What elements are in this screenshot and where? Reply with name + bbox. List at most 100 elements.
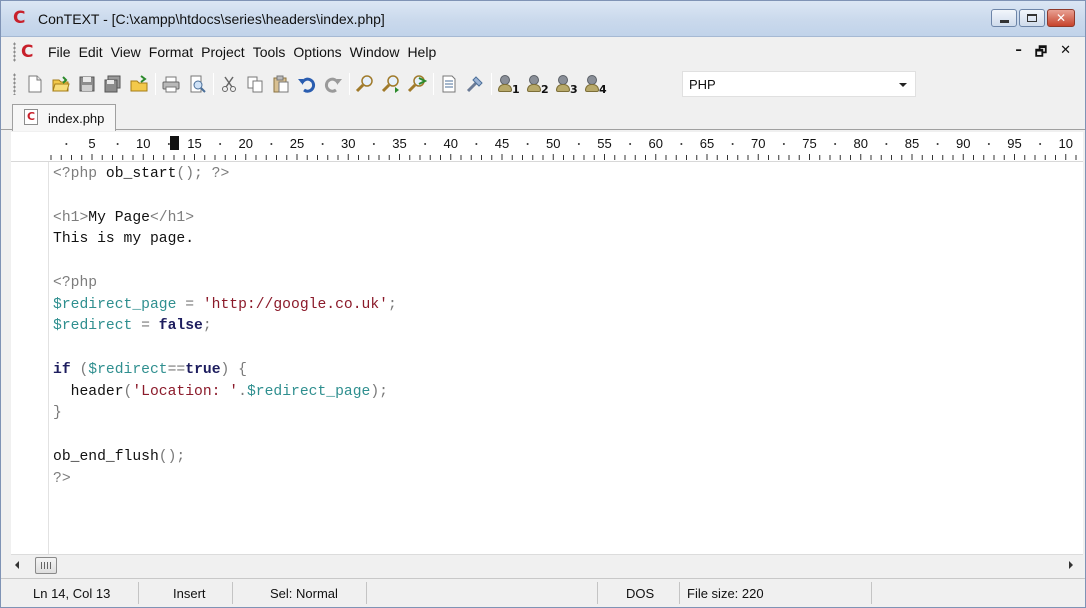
redo-icon[interactable] xyxy=(323,74,343,94)
document-window-controls: – 🗗 ✕ xyxy=(1015,43,1071,65)
undo-icon[interactable] xyxy=(297,74,317,94)
code-line[interactable]: header('Location: '.$redirect_page); xyxy=(53,382,397,404)
menu-item-tools[interactable]: Tools xyxy=(253,44,286,60)
menu-bar: C File Edit View Format Project Tools Options W… xyxy=(1,38,1085,66)
code-text[interactable]: <?php ob_start(); ?> <h1>My Page</h1> Thi… xyxy=(53,164,397,490)
menu-item-project[interactable]: Project xyxy=(201,44,245,60)
status-bar: Ln 14, Col 13 Insert Sel: Normal DOS Fil… xyxy=(1,578,1085,607)
code-token: ?> xyxy=(202,166,230,182)
scroll-left-icon[interactable] xyxy=(15,561,19,569)
document-minimize-button[interactable]: – xyxy=(1015,43,1022,65)
code-line[interactable] xyxy=(53,338,397,360)
code-token: $redirect_page xyxy=(246,383,371,400)
code-token: false xyxy=(158,318,203,335)
status-position: Ln 14, Col 13 xyxy=(11,582,139,604)
ruler-label: 45 xyxy=(495,136,509,151)
menu-item-format[interactable]: Format xyxy=(149,44,193,60)
find-icon[interactable] xyxy=(355,74,375,94)
title-bar[interactable]: C ConTEXT - [C:\xampp\htdocs\series\head… xyxy=(1,1,1085,37)
tool-icon[interactable] xyxy=(465,74,485,94)
menu-item-edit[interactable]: Edit xyxy=(79,44,103,60)
bookmark-1-icon[interactable]: 1 xyxy=(497,74,520,96)
print-icon[interactable] xyxy=(161,74,181,94)
open-folder-icon[interactable] xyxy=(51,74,71,94)
bookmark-3-icon[interactable]: 3 xyxy=(555,74,578,96)
code-line[interactable]: <h1>My Page</h1> xyxy=(53,208,397,230)
highlighter-value: PHP xyxy=(689,77,716,92)
code-line[interactable]: $redirect = false; xyxy=(53,316,397,338)
print-preview-icon[interactable] xyxy=(187,74,207,94)
code-line[interactable]: <?php xyxy=(53,273,397,295)
close-button[interactable]: ✕ xyxy=(1047,9,1075,27)
minimize-icon xyxy=(999,19,1009,23)
status-line-endings: DOS xyxy=(600,582,680,604)
bookmark-4-icon[interactable]: 4 xyxy=(584,74,607,96)
code-token: == xyxy=(167,361,186,378)
menu-item-window[interactable]: Window xyxy=(350,44,400,60)
code-token: $redirect xyxy=(88,361,168,378)
window-controls: ✕ xyxy=(991,9,1075,29)
code-editor[interactable]: <?php ob_start(); ?> <h1>My Page</h1> Thi… xyxy=(11,162,1083,554)
code-line[interactable]: This is my page. xyxy=(53,229,397,251)
code-line[interactable] xyxy=(53,425,397,447)
code-line[interactable]: } xyxy=(53,403,397,425)
code-line[interactable] xyxy=(53,251,397,273)
open-project-icon[interactable] xyxy=(129,74,149,94)
maximize-button[interactable] xyxy=(1019,9,1045,27)
code-line[interactable]: ?> xyxy=(53,469,397,491)
code-token: ob_start xyxy=(97,166,177,182)
ruler-label: 35 xyxy=(392,136,406,151)
menu-item-options[interactable]: Options xyxy=(293,44,341,60)
main-toolbar: 1 2 3 4 PHP xyxy=(1,67,1085,101)
tab-label: index.php xyxy=(48,111,105,126)
file-info-icon[interactable] xyxy=(439,74,459,94)
new-file-icon[interactable] xyxy=(25,74,45,94)
toolbar-grip[interactable] xyxy=(13,73,16,95)
ruler-dot xyxy=(987,143,990,145)
editor-gutter[interactable] xyxy=(11,162,49,554)
ruler-label: 90 xyxy=(956,136,970,151)
copy-icon[interactable] xyxy=(245,74,265,94)
minimize-button[interactable] xyxy=(991,9,1017,27)
code-token: header xyxy=(53,383,124,400)
code-line[interactable]: $redirect_page = 'http://google.co.uk'; xyxy=(53,295,397,317)
code-token: <h1> xyxy=(53,209,89,226)
save-all-icon[interactable] xyxy=(103,74,123,94)
bookmark-2-icon[interactable]: 2 xyxy=(526,74,549,96)
ruler-dot xyxy=(526,143,529,145)
document-restore-button[interactable]: 🗗 xyxy=(1035,43,1047,65)
ruler-dot xyxy=(321,143,324,145)
paste-icon[interactable] xyxy=(271,74,291,94)
code-line[interactable]: if ($redirect==true) { xyxy=(53,360,397,382)
document-system-menu-icon[interactable]: C xyxy=(21,42,33,62)
toolbar-separator xyxy=(433,73,434,95)
document-close-button[interactable]: ✕ xyxy=(1060,43,1071,65)
find-next-icon[interactable] xyxy=(381,74,401,94)
app-logo-icon: C xyxy=(13,8,26,28)
code-token: if xyxy=(53,361,71,378)
menu-item-view[interactable]: View xyxy=(111,44,141,60)
cut-icon[interactable] xyxy=(219,74,239,94)
ruler-label: 70 xyxy=(751,136,765,151)
horizontal-scrollbar[interactable] xyxy=(11,554,1083,576)
code-line[interactable]: ob_end_flush(); xyxy=(53,447,397,469)
code-token: 'Location: ' xyxy=(132,383,239,400)
code-line[interactable]: <?php ob_start(); ?> xyxy=(53,164,397,186)
menu-item-file[interactable]: File xyxy=(48,44,71,60)
code-token: = xyxy=(176,296,203,313)
menu-item-help[interactable]: Help xyxy=(407,44,436,60)
menu-grip[interactable] xyxy=(13,42,16,62)
save-icon[interactable] xyxy=(77,74,97,94)
menu-items: File Edit View Format Project Tools Options Win… xyxy=(48,44,444,60)
chevron-down-icon[interactable] xyxy=(899,83,907,87)
code-token: 'http://google.co.uk' xyxy=(202,296,388,313)
tab-index-php[interactable]: C index.php xyxy=(12,104,116,131)
php-file-icon: C xyxy=(24,109,38,125)
ruler-label: 55 xyxy=(597,136,611,151)
code-line[interactable] xyxy=(53,186,397,208)
scrollbar-thumb[interactable] xyxy=(35,557,57,574)
ruler-label: 85 xyxy=(905,136,919,151)
replace-icon[interactable] xyxy=(407,74,428,94)
scroll-right-icon[interactable] xyxy=(1069,561,1073,569)
highlighter-select[interactable]: PHP xyxy=(682,71,916,97)
